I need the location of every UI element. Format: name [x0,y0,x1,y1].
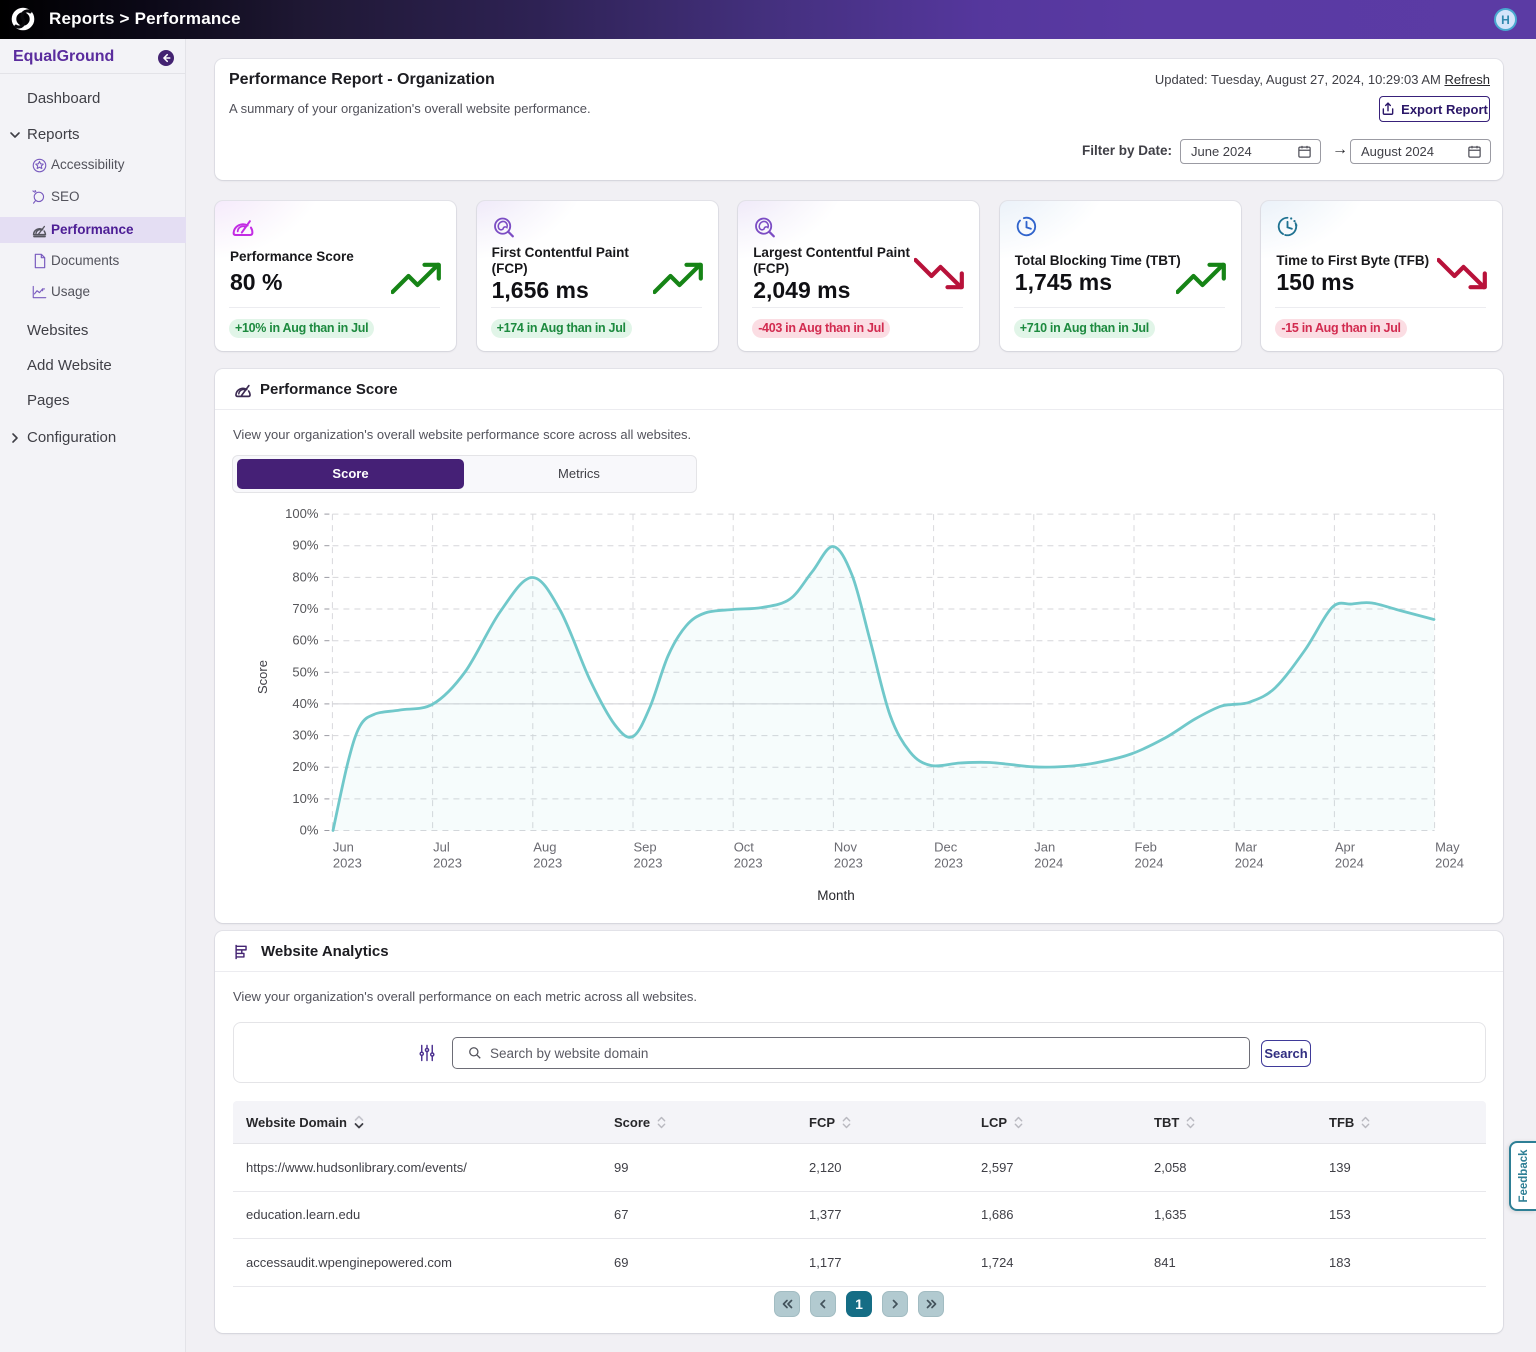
svg-text:2023: 2023 [834,856,863,871]
svg-text:Apr: Apr [1335,840,1356,855]
svg-text:70%: 70% [292,601,318,616]
svg-text:Aug: Aug [533,840,556,855]
svg-text:Jan: Jan [1034,840,1055,855]
svg-text:0%: 0% [300,823,319,838]
svg-text:Score: Score [255,660,270,694]
svg-text:2024: 2024 [1335,856,1364,871]
svg-text:30%: 30% [292,728,318,743]
svg-text:2023: 2023 [433,856,462,871]
svg-text:Feb: Feb [1135,840,1157,855]
svg-text:2023: 2023 [533,856,562,871]
svg-text:2024: 2024 [1135,856,1164,871]
svg-text:50%: 50% [292,664,318,679]
svg-text:2023: 2023 [634,856,663,871]
svg-text:Sep: Sep [634,840,657,855]
svg-text:Mar: Mar [1235,840,1258,855]
svg-text:2023: 2023 [934,856,963,871]
svg-text:Nov: Nov [834,840,858,855]
svg-text:2024: 2024 [1034,856,1063,871]
svg-text:100%: 100% [285,506,319,521]
svg-text:2023: 2023 [333,856,362,871]
svg-text:Jul: Jul [433,840,450,855]
svg-text:40%: 40% [292,696,318,711]
svg-text:May: May [1435,840,1460,855]
svg-text:2024: 2024 [1235,856,1264,871]
svg-text:60%: 60% [292,633,318,648]
svg-text:Jun: Jun [333,840,354,855]
svg-text:10%: 10% [292,791,318,806]
svg-text:2023: 2023 [734,856,763,871]
svg-text:Oct: Oct [734,840,755,855]
svg-text:80%: 80% [292,569,318,584]
svg-text:Dec: Dec [934,840,958,855]
svg-text:Month: Month [817,888,855,903]
svg-text:90%: 90% [292,538,318,553]
svg-text:2024: 2024 [1435,856,1464,871]
svg-text:20%: 20% [292,759,318,774]
